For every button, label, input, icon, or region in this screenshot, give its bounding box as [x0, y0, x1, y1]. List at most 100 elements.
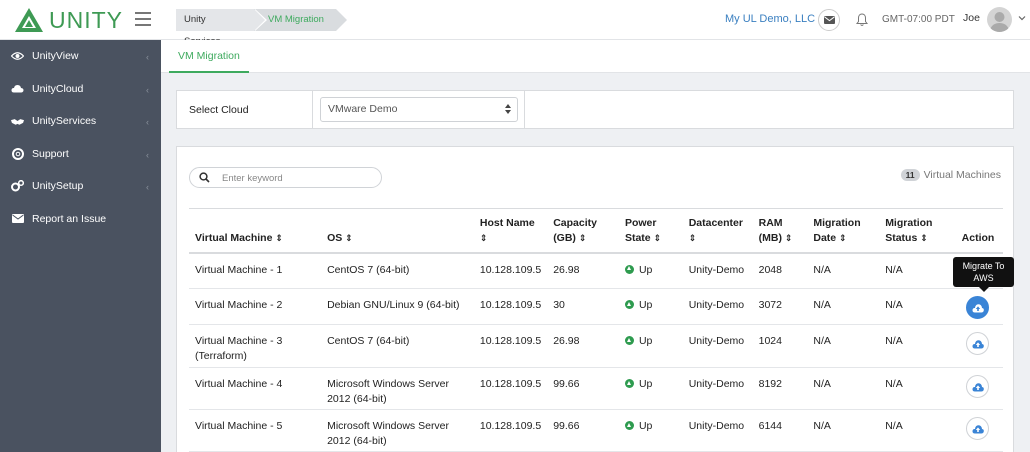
cell-datacenter: Unity-Demo: [682, 409, 753, 452]
power-up-icon: [624, 379, 634, 388]
cell-action: [952, 409, 1003, 452]
sidebar-item-label: Support: [32, 147, 69, 160]
migrate-button[interactable]: [966, 296, 990, 319]
sidebar-item-support[interactable]: Support ‹: [0, 138, 161, 171]
cell-migration-date: N/A: [807, 252, 880, 289]
cell-action: [952, 367, 1003, 410]
migrate-tooltip: Migrate To AWS: [953, 257, 1014, 292]
cell-os: Microsoft Windows Server 2012 (64-bit): [321, 367, 474, 410]
vm-count: 11 Virtual Machines: [900, 169, 1001, 181]
cell-power: Up: [618, 409, 683, 452]
cloud-icon: [11, 82, 24, 95]
cloud-select[interactable]: VMware Demo: [320, 97, 518, 122]
sidebar-item-label: UnityServices: [32, 115, 97, 128]
cloud-upload-icon: [972, 304, 985, 313]
bell-icon[interactable]: [856, 13, 868, 27]
cell-action: [952, 288, 1003, 325]
migrate-button[interactable]: [966, 417, 990, 440]
cloud-select-value: VMware Demo: [328, 103, 398, 115]
vm-count-badge: 11: [900, 169, 920, 181]
envelope-icon: [823, 16, 835, 24]
sort-icon: ⇕: [920, 232, 928, 243]
cell-datacenter: Unity-Demo: [682, 252, 753, 289]
chevron-left-icon: ‹: [146, 182, 149, 192]
cell-os: CentOS 7 (64-bit): [321, 324, 474, 368]
cell-capacity: 26.98: [547, 324, 619, 368]
col-header-ram[interactable]: RAM (MB) ⇕: [752, 208, 808, 254]
sort-icon: ⇕: [479, 232, 488, 243]
col-header-action: Action: [952, 208, 1003, 254]
cell-migration-date: N/A: [807, 324, 880, 368]
migrate-button[interactable]: [966, 332, 990, 355]
cell-vm: Virtual Machine - 4: [189, 367, 322, 410]
chevron-down-icon[interactable]: [1018, 14, 1026, 22]
cell-host: 10.128.109.5: [473, 252, 548, 289]
cell-datacenter: Unity-Demo: [682, 367, 753, 410]
chevron-left-icon: ‹: [146, 149, 149, 160]
cell-os: Microsoft Windows Server 2012 (64-bit): [321, 409, 474, 452]
breadcrumb-unity-services[interactable]: Unity Services: [176, 9, 267, 47]
cloud-upload-icon: [972, 383, 985, 392]
col-header-vm[interactable]: Virtual Machine ⇕: [189, 208, 322, 254]
cell-capacity: 99.66: [547, 367, 619, 410]
handshake-icon: [11, 115, 24, 128]
col-header-os[interactable]: OS ⇕: [321, 208, 474, 254]
col-header-migration-status[interactable]: Migration Status ⇕: [879, 208, 953, 254]
col-header-migration-date[interactable]: Migration Date ⇕: [807, 208, 880, 254]
cell-capacity: 99.66: [547, 409, 619, 452]
envelope-icon: [11, 212, 24, 225]
unity-logo-icon: [15, 8, 43, 32]
sort-icon: ⇕: [688, 232, 697, 243]
sidebar-item-unitysetup[interactable]: UnitySetup ‹: [0, 170, 161, 203]
select-arrows-icon: [505, 104, 511, 114]
tooltip-line2: AWS: [973, 273, 994, 283]
sort-icon: ⇕: [653, 232, 662, 243]
col-header-host[interactable]: Host Name ⇕: [473, 208, 548, 254]
table-row: Virtual Machine - 4 Microsoft Windows Ser…: [189, 367, 1003, 410]
sidebar-item-unitycloud[interactable]: UnityCloud ‹: [0, 73, 161, 106]
cell-migration-status: N/A: [879, 367, 953, 410]
cell-vm: Virtual Machine - 3 (Terraform): [189, 324, 322, 368]
organization-link[interactable]: My UL Demo, LLC: [725, 13, 815, 25]
cell-migration-date: N/A: [807, 367, 880, 410]
cell-ram: 6144: [752, 409, 808, 452]
table-row: Virtual Machine - 5 Microsoft Windows Ser…: [189, 409, 1003, 452]
cell-migration-status: N/A: [879, 409, 953, 452]
tab-vm-migration[interactable]: VM Migration: [169, 40, 249, 73]
sort-icon: ⇕: [839, 232, 847, 243]
search-input[interactable]: [222, 171, 372, 185]
user-name[interactable]: Joe: [963, 12, 980, 24]
sort-icon: ⇕: [784, 232, 793, 243]
breadcrumb-label: VM Migration: [268, 14, 324, 25]
sidebar-item-unityservices[interactable]: UnityServices ‹: [0, 105, 161, 138]
power-up-icon: [624, 300, 634, 309]
logo[interactable]: UNITY: [14, 6, 123, 34]
table-header-row: Virtual Machine ⇕ OS ⇕ Host Name ⇕ Capaci…: [189, 208, 1003, 254]
sidebar-item-unityview[interactable]: UnityView ‹: [0, 40, 161, 73]
sidebar: UnityView ‹ UnityCloud ‹ UnityServices ‹…: [0, 40, 161, 452]
sidebar-item-report-issue[interactable]: Report an Issue: [0, 203, 161, 236]
col-header-power[interactable]: Power State ⇕: [618, 208, 683, 254]
col-header-datacenter[interactable]: Datacenter ⇕: [682, 208, 753, 254]
chevron-left-icon: ‹: [146, 84, 149, 95]
sidebar-item-label: UnityCloud: [32, 82, 84, 95]
logo-text: UNITY: [49, 6, 123, 33]
migrate-button[interactable]: [966, 375, 990, 398]
chevron-left-icon: ‹: [146, 117, 149, 127]
sidebar-item-label: Report an Issue: [32, 212, 107, 225]
cell-power: Up: [618, 288, 683, 325]
avatar[interactable]: [987, 7, 1012, 32]
timezone: GMT-07:00 PDT: [882, 14, 955, 25]
sort-icon: ⇕: [578, 232, 587, 243]
tab-bar: VM Migration: [161, 40, 1030, 73]
cell-capacity: 26.98: [547, 252, 619, 289]
cell-migration-status: N/A: [879, 252, 953, 289]
messages-button[interactable]: [818, 9, 840, 31]
lifebuoy-icon: [11, 147, 24, 160]
power-up-icon: [624, 336, 634, 345]
cell-host: 10.128.109.5: [473, 324, 548, 368]
menu-toggle-icon[interactable]: [135, 12, 151, 26]
col-header-capacity[interactable]: Capacity (GB) ⇕: [547, 208, 619, 254]
cell-migration-date: N/A: [807, 288, 880, 325]
breadcrumb: Unity Services VM Migration: [176, 9, 349, 47]
